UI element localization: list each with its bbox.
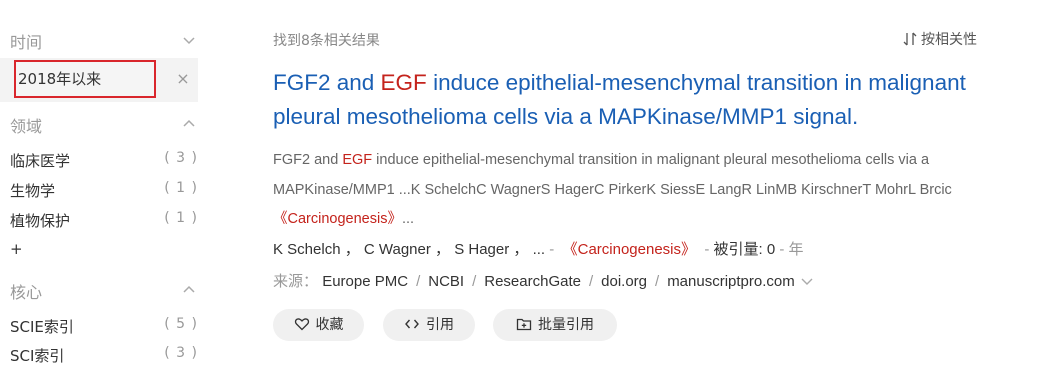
filter-core-label: 核心: [10, 283, 43, 302]
source-link[interactable]: manuscriptpro.com: [667, 273, 795, 290]
author-separator: ，: [340, 241, 360, 258]
cite-label: 引用: [426, 317, 454, 333]
filter-time-header[interactable]: 时间: [10, 29, 200, 53]
result-count: 找到8条相关结果: [273, 33, 380, 49]
cited-label: 被引量:: [713, 241, 763, 258]
batch-cite-label: 批量引用: [538, 317, 594, 333]
abstract-journal-link[interactable]: 《Carcinogenesis》: [273, 211, 402, 227]
source-link[interactable]: Europe PMC: [322, 273, 408, 290]
favorite-label: 收藏: [315, 317, 344, 333]
filter-item-label: SCI索引: [10, 347, 65, 365]
meta-dash: -: [779, 241, 785, 258]
result-sources: 来源： Europe PMC / NCBI / ResearchGate / doi.org…: [273, 270, 993, 291]
filter-item[interactable]: 植物保护 ( 1 ): [10, 210, 200, 232]
folder-add-icon: [516, 318, 532, 331]
filter-item[interactable]: 生物学 ( 1 ): [10, 180, 200, 202]
filter-item-count: ( 3 ): [164, 150, 198, 166]
filter-field-label: 领域: [10, 117, 43, 136]
filter-field-header[interactable]: 领域: [10, 113, 200, 137]
sort-button[interactable]: 按相关性: [903, 29, 977, 49]
filter-item-count: ( 1 ): [164, 180, 198, 196]
filter-item[interactable]: 临床医学 ( 3 ): [10, 150, 200, 172]
abstract-highlight: EGF: [342, 152, 373, 168]
filter-item-label: 生物学: [10, 182, 56, 200]
result-meta: K Schelch ， C Wagner ， S Hager ， ... - 《…: [273, 238, 993, 259]
filter-item-label: 临床医学: [10, 152, 71, 170]
chevron-down-icon[interactable]: [182, 33, 198, 49]
source-separator: /: [588, 273, 594, 290]
author-link[interactable]: K Schelch: [273, 241, 341, 258]
chevron-down-icon[interactable]: [801, 274, 813, 291]
heart-icon: [294, 318, 309, 331]
clear-icon[interactable]: ×: [175, 71, 191, 87]
result-abstract: FGF2 and EGF induce epithelial-mesenchym…: [273, 146, 993, 235]
cite-button[interactable]: 引用: [383, 309, 475, 341]
source-separator: /: [416, 273, 421, 290]
filter-item[interactable]: SCI索引 ( 3 ): [10, 345, 200, 367]
abstract-text: FGF2 and: [273, 152, 343, 168]
sort-icon: [903, 32, 917, 46]
abstract-ellipsis: ...: [401, 211, 415, 227]
cited-value[interactable]: 0: [767, 241, 775, 258]
filter-sidebar: 时间 2018年以来 × 领域 临床医学 ( 3 ) 生物学 ( 1 ) 植物保…: [0, 0, 210, 365]
code-icon: [405, 319, 419, 329]
batch-cite-button[interactable]: 批量引用: [493, 309, 617, 341]
source-link[interactable]: NCBI: [428, 273, 464, 290]
filter-item-count: ( 5 ): [164, 316, 198, 332]
source-label: 来源：: [273, 273, 319, 290]
chevron-up-icon[interactable]: [182, 117, 198, 133]
filter-item-count: ( 1 ): [164, 210, 198, 226]
favorite-button[interactable]: 收藏: [273, 309, 364, 341]
source-separator: /: [655, 273, 660, 290]
title-text: FGF2 and: [273, 70, 381, 95]
filter-item-label: 植物保护: [10, 212, 71, 230]
year-label: 年: [788, 241, 804, 258]
filter-item[interactable]: SCIE索引 ( 5 ): [10, 316, 200, 338]
author-more: ...: [532, 241, 546, 258]
source-link[interactable]: doi.org: [601, 273, 647, 290]
filter-item-count: ( 3 ): [164, 345, 198, 361]
time-filter-selected[interactable]: 2018年以来: [14, 60, 156, 98]
author-link[interactable]: S Hager: [454, 241, 509, 258]
author-separator: ，: [509, 241, 529, 258]
title-highlight: EGF: [380, 70, 427, 95]
filter-core-header[interactable]: 核心: [10, 279, 200, 303]
abstract-text: induce epithelial-mesenchymal transition…: [273, 152, 952, 198]
result-title-link[interactable]: FGF2 and EGF induce epithelial-mesenchym…: [273, 66, 993, 134]
filter-time-label: 时间: [10, 33, 43, 52]
author-separator: ，: [430, 241, 451, 258]
source-separator: /: [472, 273, 477, 290]
meta-dash: -: [549, 241, 555, 258]
source-link[interactable]: ResearchGate: [484, 273, 581, 290]
sort-label: 按相关性: [921, 32, 977, 48]
meta-dash: -: [704, 241, 710, 258]
journal-link[interactable]: 《Carcinogenesis》: [563, 241, 696, 258]
author-link[interactable]: C Wagner: [364, 241, 431, 258]
filter-item-label: SCIE索引: [10, 318, 74, 336]
chevron-up-icon[interactable]: [182, 283, 198, 299]
show-more-button[interactable]: +: [10, 240, 23, 258]
